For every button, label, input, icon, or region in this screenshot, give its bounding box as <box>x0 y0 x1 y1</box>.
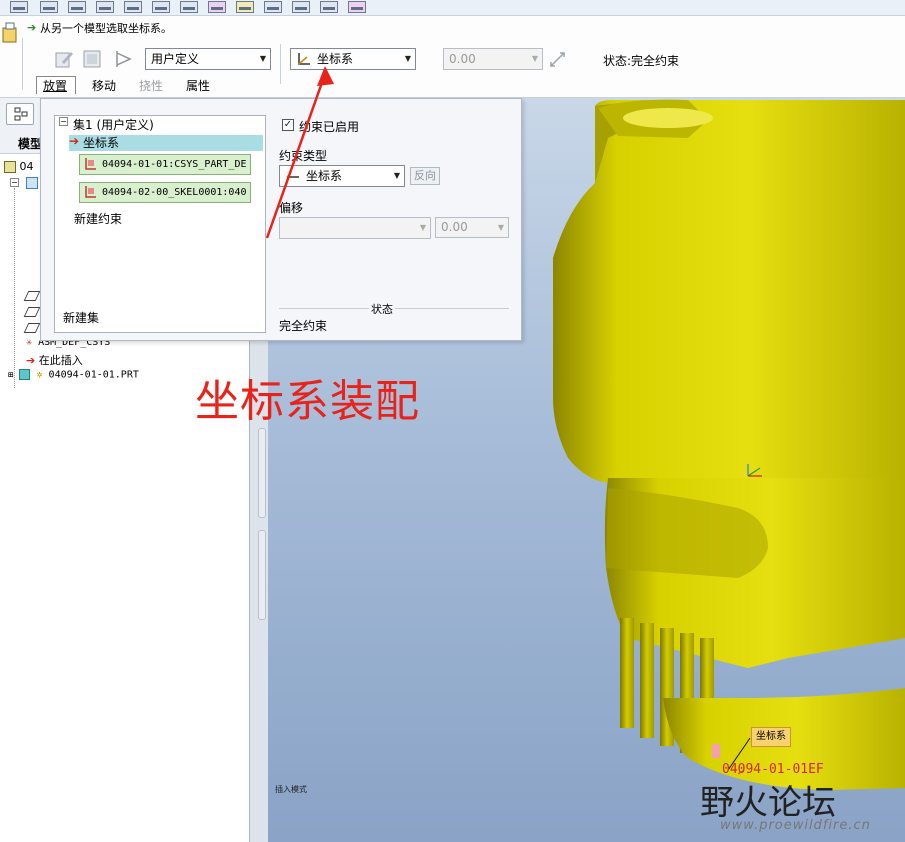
tab-properties[interactable]: 属性 <box>186 77 210 94</box>
toolbar-icon[interactable] <box>152 1 170 13</box>
model-tree-icon <box>14 107 28 121</box>
tree-row-root[interactable]: 04 <box>4 160 34 173</box>
tree-tab-button[interactable] <box>6 103 34 125</box>
toolbar-icon[interactable] <box>124 1 142 13</box>
new-part-icon: ✲ <box>36 369 43 381</box>
panel-offset-value: 0.00 <box>441 220 468 234</box>
offset-input[interactable]: 0.00 ▼ <box>443 48 543 70</box>
status-section-label: 状态 <box>369 301 395 317</box>
dashboard-tool-icon <box>2 22 17 43</box>
tree-row-label: 04094-01-01.PRT <box>48 369 139 381</box>
tree-row-label: 04 <box>19 160 34 173</box>
toolbar-icon[interactable] <box>68 1 86 13</box>
chevron-down-icon: ▼ <box>497 223 504 232</box>
collapse-icon[interactable]: − <box>59 117 68 126</box>
flip-button[interactable]: 反向 <box>410 167 440 185</box>
edit-icon[interactable] <box>54 49 74 69</box>
chevron-down-icon: ▼ <box>419 223 426 232</box>
selected-constraint[interactable]: 坐标系 <box>83 134 119 151</box>
csys-ref-icon <box>85 158 96 170</box>
expand-icon[interactable]: ⊞ <box>8 371 13 381</box>
status-text: 状态:完全约束 <box>603 54 680 68</box>
annotation-title: 坐标系装配 <box>195 376 420 427</box>
splitter-grip[interactable] <box>258 530 266 620</box>
status-value: 完全约束 <box>279 319 328 333</box>
divider <box>22 38 23 90</box>
new-constraint-link[interactable]: 新建约束 <box>74 210 122 227</box>
new-set-link[interactable]: 新建集 <box>63 309 99 326</box>
status-message: 从另一个模型选取坐标系。 <box>40 22 172 35</box>
chevron-down-icon: ▼ <box>404 54 411 63</box>
offset-value-input[interactable]: 0.00 ▼ <box>435 217 509 238</box>
active-arrow-icon: ➔ <box>69 134 80 148</box>
assembly-icon <box>4 161 16 173</box>
toolbar-icon[interactable] <box>264 1 282 13</box>
toolbar-icon[interactable] <box>236 1 254 13</box>
toolbar-icon[interactable] <box>348 1 366 13</box>
toolbar-icon[interactable] <box>208 1 226 13</box>
ref-marker <box>712 744 720 758</box>
tree-row-label: 在此插入 <box>38 354 83 367</box>
insert-mode-label: 插入模式 <box>275 785 307 794</box>
chevron-down-icon: ▼ <box>393 171 400 180</box>
component-placement-dashboard: ➔ 从另一个模型选取坐标系。 用户定义 ▼ 坐标系 ▼ 0.00 ▼ 状态:完全… <box>0 16 905 98</box>
reference-chip-assembly[interactable]: 04094-02-00_SKEL0001:040 <box>79 182 251 203</box>
insert-arrow-icon: ➔ <box>26 354 36 367</box>
part-icon <box>19 369 31 380</box>
datum-plane-icon <box>23 291 41 301</box>
annotation-arrow <box>265 66 334 239</box>
collapse-icon[interactable]: − <box>10 178 19 187</box>
chevron-down-icon: ▼ <box>531 54 538 63</box>
datum-plane-icon <box>23 323 41 333</box>
connection-icon[interactable] <box>114 49 134 69</box>
tree-row-insert-here[interactable]: ➔ 在此插入 <box>26 352 83 368</box>
skeleton-icon <box>26 177 38 189</box>
set-type-value: 用户定义 <box>151 52 200 66</box>
csys-ref-icon <box>85 186 96 198</box>
toolbar-icon[interactable] <box>96 1 114 13</box>
csys-callout-tag: 坐标系 <box>751 727 791 747</box>
top-toolbar <box>0 0 905 16</box>
constraint-set-list: − 集1 (用户定义) ➔ 坐标系 04094-01-01:CSYS_PART_… <box>54 115 266 333</box>
reference-chip-component[interactable]: 04094-01-01:CSYS_PART_DE <box>79 154 251 175</box>
csys-icon: ✳ <box>26 337 33 348</box>
tree-row-part[interactable]: ⊞ ✲ 04094-01-01.PRT <box>8 369 139 381</box>
tab-move[interactable]: 移动 <box>92 77 116 94</box>
offset-value: 0.00 <box>449 52 476 66</box>
flip-icon[interactable] <box>548 50 568 70</box>
toolbar-icon[interactable] <box>40 1 58 13</box>
toolbar-icon[interactable] <box>180 1 198 13</box>
message-arrow-icon: ➔ <box>27 21 37 34</box>
reference-text: 04094-02-00_SKEL0001:040 <box>102 187 247 198</box>
tab-placement[interactable]: 放置 <box>43 77 67 94</box>
toolbar-icon[interactable] <box>292 1 310 13</box>
datum-plane-icon <box>23 307 41 317</box>
splitter-grip[interactable] <box>258 428 266 518</box>
toolbar-icon[interactable] <box>10 1 28 13</box>
tab-flexibility[interactable]: 挠性 <box>139 77 163 94</box>
separate-window-icon[interactable] <box>82 49 102 69</box>
toolbar-icon[interactable] <box>320 1 338 13</box>
set-label: 集1 (用户定义) <box>73 118 154 132</box>
model-tree-label: 模型 <box>18 137 43 151</box>
watermark-url: www.proewildfire.cn <box>720 818 871 833</box>
tree-guide <box>14 188 15 388</box>
reference-text: 04094-01-01:CSYS_PART_DE <box>102 159 247 170</box>
set-type-dropdown[interactable]: 用户定义 ▼ <box>145 48 271 70</box>
watermark-logo: 野火论坛 <box>700 783 836 823</box>
